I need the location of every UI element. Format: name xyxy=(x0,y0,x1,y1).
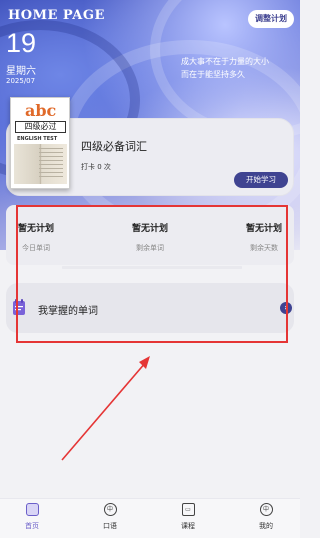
cover-text-lines xyxy=(39,148,63,178)
stat-label: 剩余天数 xyxy=(250,244,278,252)
stat-label: 剩余单词 xyxy=(136,244,164,252)
weekday-label: 星期六 xyxy=(6,66,36,77)
stat-remaining-days: 暂无计划 剩余天数 xyxy=(234,221,294,253)
stat-value: 暂无计划 xyxy=(131,224,168,234)
tab-profile[interactable]: 中 我的 xyxy=(246,503,286,531)
year-month-label: 2025/07 xyxy=(6,77,36,85)
horizontal-scrollbar[interactable] xyxy=(62,266,242,269)
cover-title: 四级必过 xyxy=(15,121,66,133)
tab-home[interactable]: 首页 xyxy=(12,503,52,531)
tab-speaking[interactable]: 中 口语 xyxy=(90,503,130,531)
notebook-icon xyxy=(13,299,25,315)
bottom-tab-bar: 首页 中 口语 ▭ 课程 中 我的 xyxy=(0,498,300,538)
adjust-plan-button[interactable]: 调整计划 xyxy=(248,10,294,28)
stat-label: 今日单词 xyxy=(22,244,50,252)
course-icon: ▭ xyxy=(181,503,195,516)
scrollbar-thumb[interactable] xyxy=(62,266,242,269)
stat-value: 暂无计划 xyxy=(245,224,282,234)
home-icon xyxy=(25,503,39,516)
speaking-icon: 中 xyxy=(103,503,117,516)
profile-icon: 中 xyxy=(259,503,273,516)
page-title: HOME PAGE xyxy=(8,8,105,23)
stat-value: 暂无计划 xyxy=(17,224,54,234)
day-number: 19 xyxy=(6,28,37,58)
tab-label: 首页 xyxy=(25,522,39,530)
motto-line: 而在于能坚持多久 xyxy=(181,70,245,79)
mastered-words-label: 我掌握的单词 xyxy=(38,306,98,317)
tab-course[interactable]: ▭ 课程 xyxy=(168,503,208,531)
stat-remaining-words: 暂无计划 剩余单词 xyxy=(120,221,180,253)
start-learning-button[interactable]: 开始学习 xyxy=(234,172,288,188)
motto-text: 成大事不在于力量的大小 而在于能坚持多久 xyxy=(181,55,286,81)
tab-label: 课程 xyxy=(181,522,195,530)
motto-line: 成大事不在于力量的大小 xyxy=(181,57,269,66)
book-name: 四级必备词汇 xyxy=(81,140,147,153)
checkin-count: 打卡 0 次 xyxy=(81,163,111,171)
cover-abc-text: abc xyxy=(25,101,57,120)
stat-today-words: 暂无计划 今日单词 xyxy=(6,221,66,253)
cover-subtitle: ENGLISH TEST xyxy=(17,136,58,142)
book-cover-image[interactable]: abc 四级必过 ENGLISH TEST xyxy=(10,97,70,189)
tab-label: 我的 xyxy=(259,522,273,530)
tab-label: 口语 xyxy=(103,522,117,530)
chevron-right-icon[interactable]: › xyxy=(280,302,292,314)
